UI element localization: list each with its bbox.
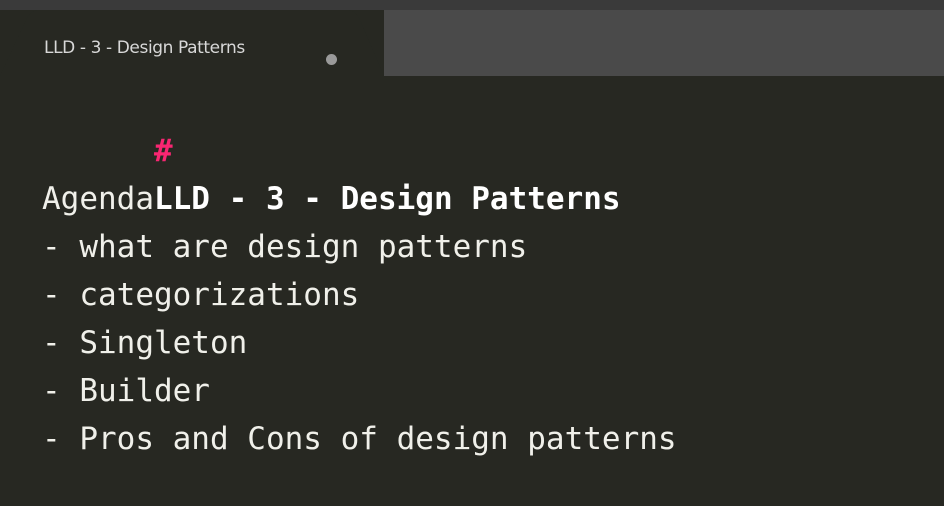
agenda-line: Agenda (42, 181, 154, 217)
list-item: - categorizations (42, 277, 360, 313)
tab-title: LLD - 3 - Design Patterns (44, 38, 245, 58)
list-item: - what are design patterns (42, 229, 528, 265)
editor-window: LLD - 3 - Design Patterns # LLD - 3 - De… (0, 0, 944, 506)
heading-text: LLD - 3 - Design Patterns (153, 181, 621, 217)
text-editor[interactable]: # LLD - 3 - Design Patterns Agenda - wha… (0, 76, 944, 506)
unsaved-dot-icon[interactable] (326, 54, 337, 65)
tab-lld-design-patterns[interactable]: LLD - 3 - Design Patterns (0, 10, 384, 76)
title-strip (0, 0, 944, 10)
heading-marker: # (153, 133, 173, 169)
list-item: - Pros and Cons of design patterns (42, 421, 677, 457)
heading-line: # LLD - 3 - Design Patterns (42, 79, 621, 217)
list-item: - Builder (42, 373, 210, 409)
list-item: - Singleton (42, 325, 248, 361)
